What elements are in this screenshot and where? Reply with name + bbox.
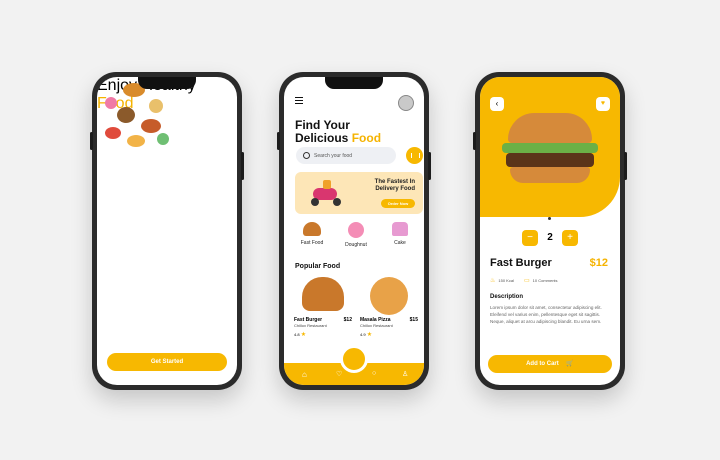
order-now-button[interactable]: Order Now bbox=[381, 199, 415, 208]
doughnut-icon bbox=[348, 222, 364, 238]
restaurant-name: Chillox Restaurant bbox=[294, 323, 327, 328]
pizza-image bbox=[370, 277, 408, 315]
page-title: Find Your Delicious Food bbox=[295, 118, 382, 145]
star-icon: ★ bbox=[366, 332, 373, 338]
comment-icon: ▭ bbox=[523, 278, 530, 284]
promo-line2: Delivery Food bbox=[375, 186, 415, 192]
cake-icon bbox=[392, 222, 408, 236]
category-cake[interactable]: Cake bbox=[382, 222, 418, 246]
fire-icon: ♨ bbox=[490, 278, 496, 284]
avatar[interactable] bbox=[398, 95, 414, 111]
section-title: Popular Food bbox=[295, 263, 341, 270]
promo-line1: The Fastest In bbox=[374, 179, 415, 185]
back-button[interactable]: ‹ bbox=[490, 97, 504, 111]
description-title: Description bbox=[490, 294, 524, 300]
product-hero: ‹ ♥ bbox=[480, 77, 620, 220]
plus-button[interactable]: + bbox=[562, 230, 578, 246]
notch bbox=[138, 77, 196, 89]
filter-button[interactable] bbox=[406, 147, 423, 164]
category-fast-food[interactable]: Fast Food bbox=[294, 222, 330, 246]
search-input[interactable]: Search your food bbox=[296, 147, 396, 164]
burger-image bbox=[502, 113, 598, 191]
menu-icon[interactable] bbox=[295, 97, 303, 104]
favorite-button[interactable]: ♥ bbox=[596, 97, 610, 111]
minus-button[interactable]: − bbox=[522, 230, 538, 246]
category-doughnut[interactable]: Doughnut bbox=[338, 222, 374, 248]
description-text: Lorem ipsum dolor sit amet, consectetur … bbox=[490, 305, 602, 324]
promo-banner: The Fastest In Delivery Food Order Now bbox=[295, 172, 423, 214]
rating-value: 4.9 bbox=[360, 332, 366, 337]
sliders-icon bbox=[411, 153, 420, 158]
quantity-value: 2 bbox=[547, 232, 553, 243]
heart-icon[interactable]: ♡ bbox=[336, 370, 342, 378]
delivery-scooter-icon bbox=[309, 180, 343, 206]
carousel-dots bbox=[541, 207, 559, 225]
burger-icon bbox=[303, 222, 321, 236]
profile-icon[interactable]: ♙ bbox=[402, 370, 408, 378]
bell-icon[interactable]: ○ bbox=[372, 370, 376, 377]
star-icon: ★ bbox=[300, 332, 307, 338]
food-price: $12 bbox=[343, 317, 352, 323]
quantity-stepper: − 2 + bbox=[522, 230, 578, 246]
search-icon bbox=[303, 152, 310, 159]
home-icon[interactable]: ⌂ bbox=[302, 370, 307, 379]
get-started-button[interactable]: Get Started bbox=[107, 353, 227, 371]
product-name: Fast Burger bbox=[490, 257, 552, 269]
burger-image bbox=[302, 277, 344, 311]
rating-value: 4.8 bbox=[294, 332, 300, 337]
phone-welcome: Enjoy Healthy Food Get Started bbox=[90, 72, 244, 390]
calories: 150 Kcal bbox=[498, 278, 514, 283]
phone-product-detail: ‹ ♥ − 2 + Fast Burger $12 ♨ 150 Kcal ▭ 1… bbox=[473, 72, 627, 390]
food-card-burger[interactable]: Fast Burger $12 Chillox Restaurant 4.8 ★ bbox=[294, 277, 352, 347]
cart-icon: 🛒 bbox=[566, 361, 574, 367]
phone-home: Find Your Delicious Food Search your foo… bbox=[277, 72, 431, 390]
food-price: $15 bbox=[409, 317, 418, 323]
comments-count: 10 Comments bbox=[532, 278, 558, 283]
scan-button[interactable] bbox=[340, 345, 368, 373]
product-price: $12 bbox=[589, 257, 608, 269]
restaurant-name: Chillox Restaurant bbox=[360, 323, 393, 328]
add-to-cart-button[interactable]: Add to Cart 🛒 bbox=[488, 355, 612, 373]
notch bbox=[325, 77, 383, 89]
food-card-pizza[interactable]: Masala Pizza $15 Chillox Restaurant 4.9 … bbox=[360, 277, 418, 347]
